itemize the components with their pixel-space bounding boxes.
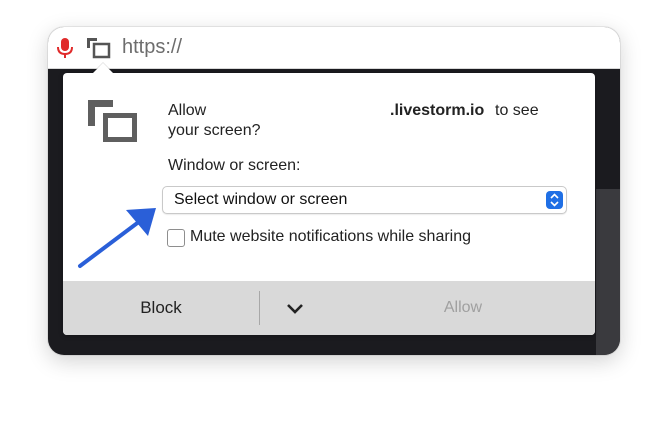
select-stepper-icon[interactable] xyxy=(546,191,563,209)
dialog-footer: Block Allow xyxy=(63,281,595,335)
screen-share-icon[interactable] xyxy=(85,36,111,65)
window-select-value: Select window or screen xyxy=(174,191,348,208)
url-text[interactable]: https:// xyxy=(122,36,182,59)
dialog-caret xyxy=(93,63,113,73)
block-button[interactable]: Block xyxy=(63,281,259,335)
site-domain: .livestorm.io xyxy=(390,102,485,119)
message-suffix: to see xyxy=(495,102,539,119)
page-content-strip xyxy=(596,189,620,355)
window-select[interactable]: Select window or screen xyxy=(162,186,567,214)
more-options-button[interactable] xyxy=(275,298,315,320)
window-or-screen-label: Window or screen: xyxy=(168,157,301,174)
footer-divider xyxy=(259,291,260,325)
mute-notifications-checkbox[interactable] xyxy=(167,229,185,247)
chevron-down-icon xyxy=(287,304,303,314)
message-line-2: your screen? xyxy=(168,122,261,139)
url-bar[interactable]: https:// xyxy=(48,27,620,69)
annotation-arrow-icon xyxy=(74,204,166,277)
microphone-icon[interactable] xyxy=(56,37,74,64)
message-prefix: Allow xyxy=(168,102,207,119)
screen-share-icon xyxy=(87,99,139,148)
mute-notifications-label: Mute website notifications while sharing xyxy=(190,228,472,245)
allow-button[interactable]: Allow xyxy=(393,281,533,335)
